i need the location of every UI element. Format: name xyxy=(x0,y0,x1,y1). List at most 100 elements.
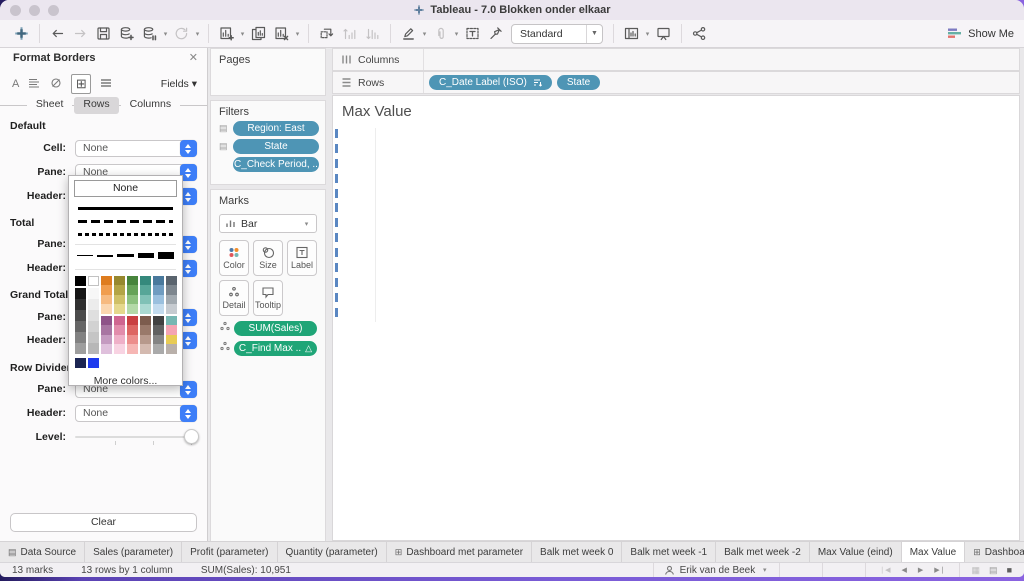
palette-swatch[interactable] xyxy=(114,316,125,326)
bar-mark[interactable] xyxy=(335,189,338,198)
palette-swatch[interactable] xyxy=(114,285,125,295)
format-shading-icon[interactable] xyxy=(49,76,63,93)
highlight-caret[interactable]: ▾ xyxy=(420,30,429,38)
group-members-caret[interactable]: ▾ xyxy=(452,30,461,38)
border-thickness-options[interactable] xyxy=(77,251,174,261)
show-sheet-icon[interactable]: ■ xyxy=(1005,565,1014,575)
new-worksheet-caret[interactable]: ▾ xyxy=(238,30,247,38)
palette-swatch[interactable] xyxy=(114,335,125,345)
level-slider-handle[interactable] xyxy=(184,429,199,444)
fit-selector-caret[interactable]: ▼ xyxy=(586,25,602,43)
run-auto-updates-button[interactable] xyxy=(170,23,193,44)
border-dotted-option[interactable] xyxy=(78,233,173,236)
format-borders-icon[interactable]: ⊞ xyxy=(71,74,91,94)
format-scope-tab[interactable]: Sheet xyxy=(27,97,72,114)
new-data-source-button[interactable] xyxy=(115,23,138,44)
color-button[interactable]: Color xyxy=(219,240,249,276)
sheet-tab[interactable]: Balk met week -1 xyxy=(622,542,716,563)
presentation-mode-button[interactable] xyxy=(652,23,675,44)
palette-upper-colors[interactable] xyxy=(101,276,177,314)
palette-swatch[interactable] xyxy=(153,285,164,295)
format-lines-icon[interactable] xyxy=(99,76,113,93)
filter-pill[interactable]: C_Check Period, .. xyxy=(233,157,319,172)
palette-swatch[interactable] xyxy=(140,276,151,286)
bar-mark[interactable] xyxy=(335,144,338,153)
mark-type-dropdown[interactable]: Bar ▾ xyxy=(219,214,317,233)
previous-sheet-icon[interactable]: ◀ xyxy=(899,566,910,574)
palette-swatch[interactable] xyxy=(75,343,86,354)
clear-button[interactable]: Clear xyxy=(10,513,197,532)
run-auto-updates-caret[interactable]: ▾ xyxy=(193,30,202,38)
tooltip-button[interactable]: Tooltip xyxy=(253,280,283,316)
sheet-tab[interactable]: ⊞ Dashboard met parameter xyxy=(387,542,532,563)
default-cell-stepper[interactable] xyxy=(180,140,197,157)
fields-dropdown[interactable]: Fields ▾ xyxy=(161,78,197,90)
bar-mark[interactable] xyxy=(335,203,338,212)
palette-swatch[interactable] xyxy=(127,335,138,345)
row-divider-header-select[interactable]: None xyxy=(75,405,197,422)
format-font-icon[interactable]: A xyxy=(12,78,19,90)
worksheet-canvas[interactable]: Max Value xyxy=(332,95,1020,541)
sheet-tab[interactable]: Sales (parameter) xyxy=(85,542,182,563)
mark-type-caret[interactable]: ▾ xyxy=(302,220,311,228)
user-menu[interactable]: Erik van de Beek ▾ xyxy=(653,563,780,577)
palette-swatch[interactable] xyxy=(101,335,112,345)
pause-auto-updates-caret[interactable]: ▾ xyxy=(161,30,170,38)
row-divider-header-stepper[interactable] xyxy=(180,405,197,422)
palette-swatch[interactable] xyxy=(166,285,177,295)
more-colors-option[interactable]: More colors... xyxy=(69,375,182,387)
palette-swatch[interactable] xyxy=(114,276,125,286)
palette-swatch[interactable] xyxy=(101,344,112,354)
palette-black-strip[interactable] xyxy=(75,288,86,354)
save-button[interactable] xyxy=(92,23,115,44)
format-scope-tab[interactable]: Rows xyxy=(74,97,118,114)
show-filmstrip-icon[interactable]: ▤ xyxy=(987,565,1000,576)
last-sheet-icon[interactable]: ▶❘ xyxy=(931,566,948,574)
palette-swatch[interactable] xyxy=(75,358,86,368)
palette-swatch[interactable] xyxy=(166,316,177,326)
palette-white-strip[interactable] xyxy=(88,288,99,354)
sheet-tab[interactable]: Max Value xyxy=(902,542,966,563)
clear-sheet-caret[interactable]: ▾ xyxy=(293,30,302,38)
undo-button[interactable] xyxy=(46,23,69,44)
palette-swatch[interactable] xyxy=(166,276,177,286)
palette-swatch[interactable] xyxy=(114,344,125,354)
show-hide-cards-button[interactable] xyxy=(620,23,643,44)
palette-swatch[interactable] xyxy=(140,285,151,295)
palette-swatch[interactable] xyxy=(88,358,99,368)
new-worksheet-button[interactable] xyxy=(215,23,238,44)
sheet-tab[interactable]: Balk met week -2 xyxy=(716,542,810,563)
palette-black-swatch[interactable] xyxy=(75,276,86,286)
clear-sheet-button[interactable] xyxy=(270,23,293,44)
palette-swatch[interactable] xyxy=(153,295,164,305)
next-sheet-icon[interactable]: ▶ xyxy=(915,566,926,574)
palette-swatch[interactable] xyxy=(140,344,151,354)
palette-swatch[interactable] xyxy=(153,276,164,286)
palette-swatch[interactable] xyxy=(101,316,112,326)
show-mark-labels-button[interactable] xyxy=(461,23,484,44)
border-solid-option[interactable] xyxy=(78,207,173,210)
bar-mark[interactable] xyxy=(335,174,338,183)
palette-swatch[interactable] xyxy=(101,295,112,305)
bar-mark[interactable] xyxy=(335,233,338,242)
sheet-tab[interactable]: Max Value (eind) xyxy=(810,542,902,563)
palette-swatch[interactable] xyxy=(101,304,112,314)
first-sheet-icon[interactable]: ❘◀ xyxy=(876,566,893,574)
palette-swatch[interactable] xyxy=(153,335,164,345)
close-panel-icon[interactable]: ✕ xyxy=(189,51,198,64)
palette-swatch[interactable] xyxy=(88,321,99,332)
palette-swatch[interactable] xyxy=(127,295,138,305)
palette-swatch[interactable] xyxy=(140,316,151,326)
palette-swatch[interactable] xyxy=(127,276,138,286)
filter-pill[interactable]: Region: East xyxy=(233,121,319,136)
bar-mark[interactable] xyxy=(335,308,338,317)
show-hide-cards-caret[interactable]: ▾ xyxy=(643,30,652,38)
show-me-button[interactable]: Show Me xyxy=(947,26,1014,41)
marks-pill[interactable]: SUM(Sales) xyxy=(234,321,317,336)
palette-swatch[interactable] xyxy=(75,299,86,310)
zoom-window-button[interactable] xyxy=(48,5,59,16)
palette-swatch[interactable] xyxy=(101,325,112,335)
palette-swatch[interactable] xyxy=(75,310,86,321)
marks-pill[interactable]: C_Find Max ..△ xyxy=(234,341,317,356)
palette-swatch[interactable] xyxy=(166,344,177,354)
